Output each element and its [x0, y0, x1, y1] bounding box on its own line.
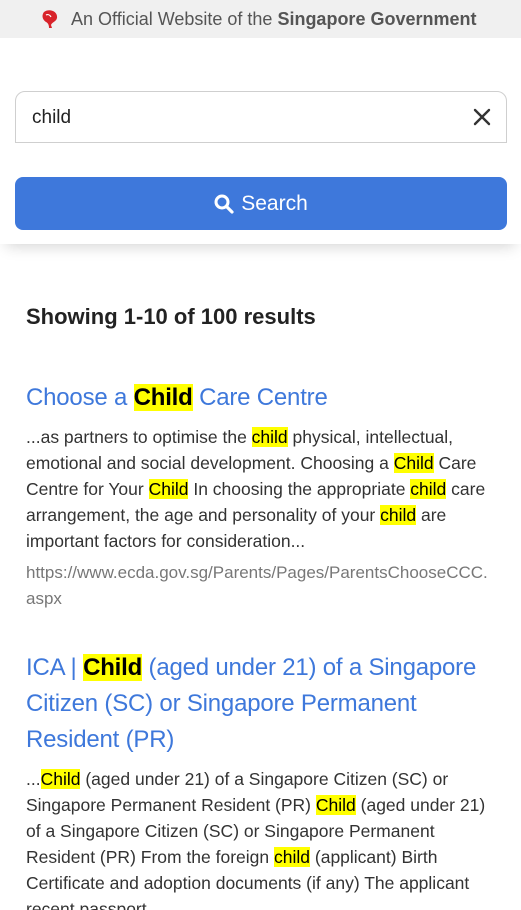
search-panel: Search [0, 38, 521, 244]
text-segment: Choose a [26, 384, 134, 411]
search-term-highlight: Child [133, 384, 193, 411]
text-segment: ...as partners to optimise the [26, 427, 252, 447]
text-segment: ICA | [26, 654, 84, 681]
result-item: Choose a Child Care Centre ...as partner… [26, 380, 495, 612]
result-title-link[interactable]: ICA | Child (aged under 21) of a Singapo… [26, 650, 495, 758]
masthead-government-label: Singapore Government [277, 8, 477, 29]
search-box [15, 91, 507, 143]
clear-search-icon[interactable] [470, 105, 494, 129]
result-item: ICA | Child (aged under 21) of a Singapo… [26, 650, 495, 910]
search-term-highlight: Child [40, 769, 81, 789]
text-segment: ... [26, 769, 41, 789]
search-term-highlight: Child [393, 453, 434, 473]
search-button[interactable]: Search [15, 177, 507, 230]
search-button-label: Search [241, 191, 308, 215]
result-url: https://www.ecda.gov.sg/Parents/Pages/Pa… [26, 563, 488, 608]
text-segment: Care Centre [192, 384, 328, 411]
result-snippet: ...Child (aged under 21) of a Singapore … [26, 766, 495, 910]
masthead-text: An Official Website of the Singapore Gov… [71, 8, 477, 29]
search-term-highlight: child [380, 505, 417, 525]
results-count: Showing 1-10 of 100 results [26, 304, 316, 329]
search-term-highlight: child [251, 427, 288, 447]
result-title-link[interactable]: Choose a Child Care Centre [26, 380, 495, 416]
search-term-highlight: child [410, 479, 447, 499]
result-snippet: ...as partners to optimise the child phy… [26, 424, 495, 554]
search-term-highlight: Child [315, 795, 356, 815]
search-term-highlight: Child [148, 479, 189, 499]
search-term-highlight: Child [83, 654, 143, 681]
search-icon [214, 194, 234, 214]
results-section: Showing 1-10 of 100 results Choose a Chi… [0, 302, 521, 910]
singapore-lion-icon [42, 10, 58, 28]
masthead: An Official Website of the Singapore Gov… [0, 0, 521, 38]
search-input[interactable] [32, 104, 452, 132]
text-segment: In choosing the appropriate [188, 479, 411, 499]
search-term-highlight: child [274, 847, 311, 867]
